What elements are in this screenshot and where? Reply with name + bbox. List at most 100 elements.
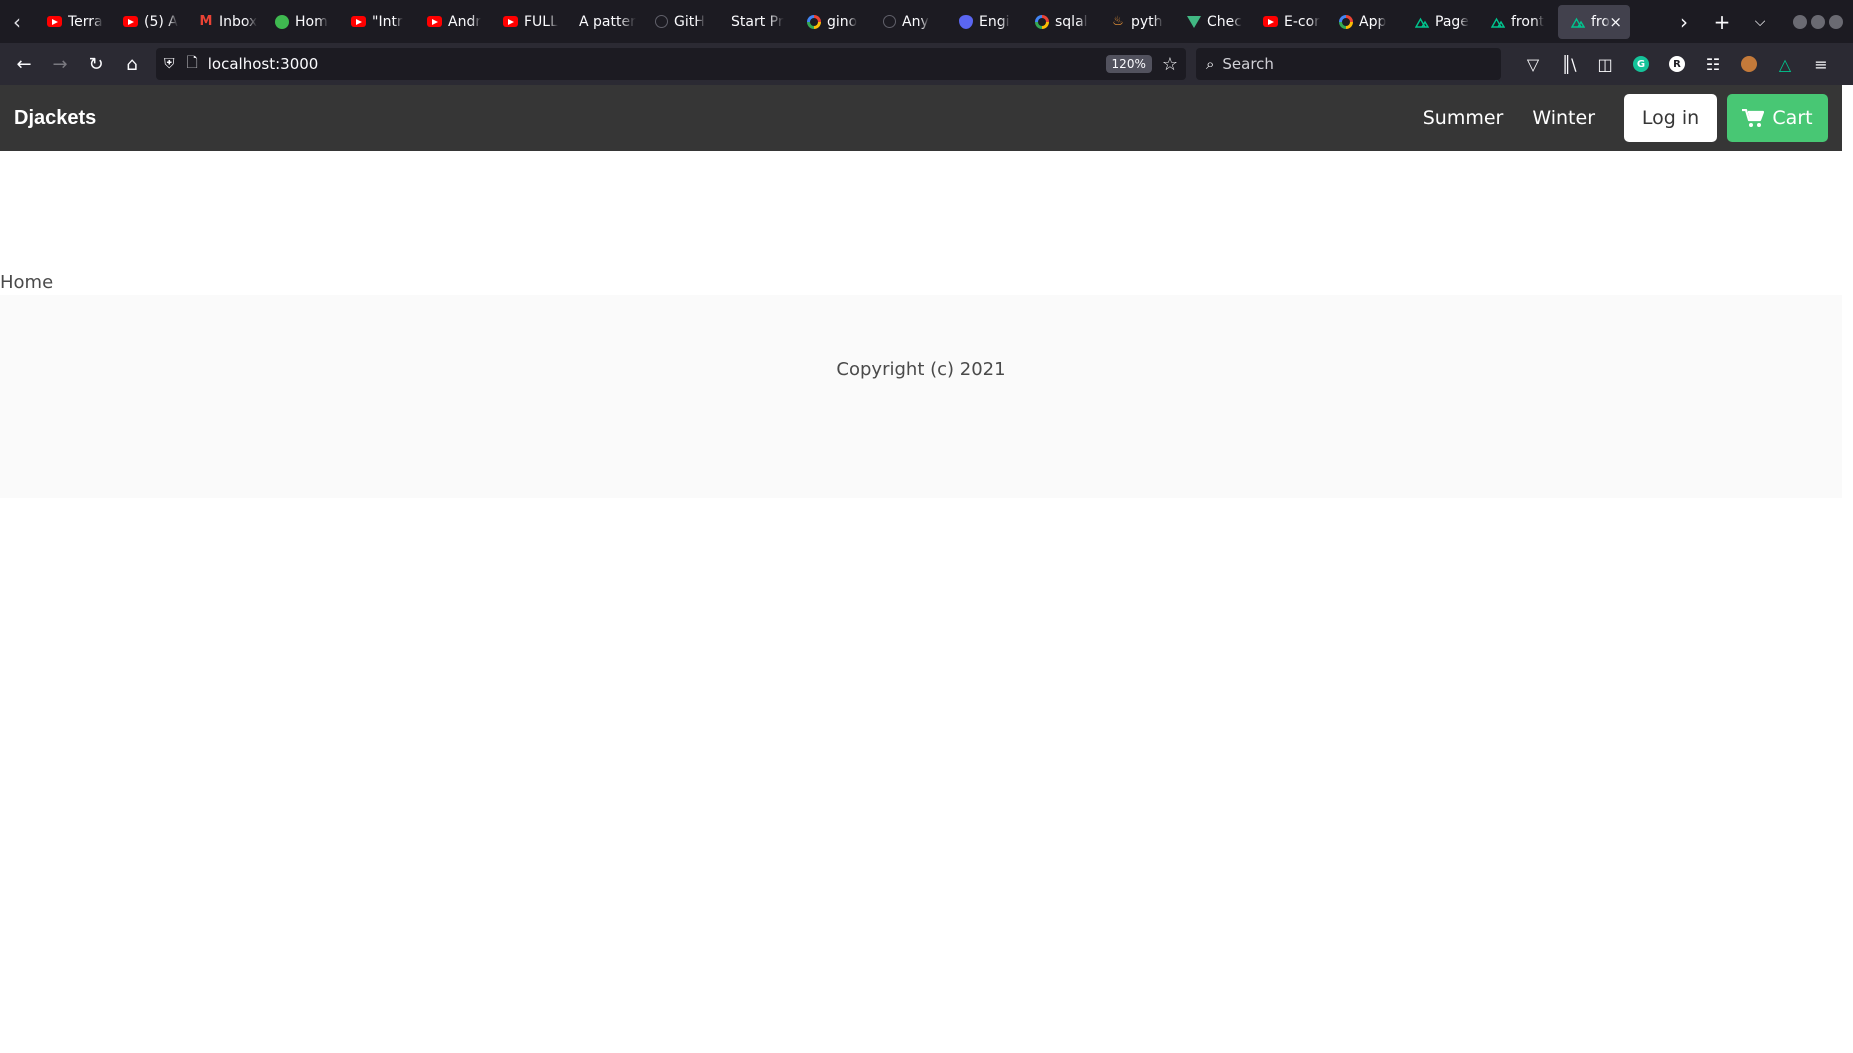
tab-title: front bbox=[1511, 13, 1545, 30]
vue-icon bbox=[1187, 15, 1201, 28]
github-icon bbox=[883, 15, 896, 28]
tabbar-controls: › + ⌵ bbox=[1665, 0, 1853, 43]
r-extension-icon[interactable]: R bbox=[1659, 43, 1695, 85]
browser-tab[interactable]: A patter bbox=[566, 5, 642, 39]
browser-tab[interactable]: Any bbox=[870, 5, 946, 39]
google-icon bbox=[807, 14, 821, 29]
youtube-icon bbox=[503, 16, 518, 27]
browser-tab[interactable]: M Inbox bbox=[186, 5, 262, 39]
bookmark-star-icon[interactable]: ☆ bbox=[1162, 54, 1178, 75]
nuxt-icon bbox=[1571, 16, 1585, 28]
close-window-icon[interactable] bbox=[1829, 14, 1843, 29]
google-icon bbox=[1339, 14, 1353, 29]
tab-title: fro bbox=[1591, 13, 1610, 30]
new-tab-icon[interactable]: + bbox=[1703, 0, 1741, 43]
site-navbar: Djackets Summer Winter Log in Cart bbox=[0, 85, 1842, 151]
browser-tab[interactable]: FULL bbox=[490, 5, 566, 39]
pocket-icon[interactable]: ▽ bbox=[1515, 43, 1551, 85]
toolbar-icons: ▽ ║\ ◫ G R ☷ △ ≡ bbox=[1515, 43, 1839, 85]
menu-icon[interactable]: ≡ bbox=[1803, 43, 1839, 85]
cookie-extension-icon[interactable] bbox=[1731, 43, 1767, 85]
minimize-window-icon[interactable] bbox=[1793, 14, 1807, 29]
browser-tab[interactable]: gino bbox=[794, 5, 870, 39]
green-dot-icon bbox=[275, 14, 289, 29]
copyright-text: Copyright (c) 2021 bbox=[836, 359, 1006, 380]
browser-tab[interactable]: Start Pr bbox=[718, 5, 794, 39]
reload-icon[interactable]: ↻ bbox=[78, 43, 114, 85]
zoom-level-badge[interactable]: 120% bbox=[1105, 55, 1152, 73]
home-icon[interactable]: ⌂ bbox=[114, 43, 150, 85]
tab-scroll-left-icon[interactable]: ‹ bbox=[0, 0, 34, 43]
browser-tab[interactable]: Terra bbox=[34, 5, 110, 39]
youtube-icon bbox=[47, 16, 62, 27]
nuxt-icon bbox=[1415, 16, 1429, 28]
sidebar-icon[interactable]: ◫ bbox=[1587, 43, 1623, 85]
browser-tab[interactable]: App bbox=[1326, 5, 1402, 39]
extension-grid-icon[interactable]: ☷ bbox=[1695, 43, 1731, 85]
brand-logo[interactable]: Djackets bbox=[14, 107, 96, 130]
tab-title: Engi bbox=[979, 13, 1010, 30]
youtube-icon bbox=[351, 16, 366, 27]
nuxt-icon bbox=[1491, 16, 1505, 28]
url-text[interactable]: localhost:3000 bbox=[208, 55, 1106, 73]
tab-title: gino bbox=[827, 13, 858, 30]
nuxt-extension-icon[interactable]: △ bbox=[1767, 43, 1803, 85]
forward-arrow-icon[interactable]: → bbox=[42, 43, 78, 85]
tracking-shield-icon[interactable]: ⛨ bbox=[164, 56, 175, 72]
tab-title: Page bbox=[1435, 13, 1469, 30]
search-bar[interactable]: ⌕ Search bbox=[1196, 48, 1501, 80]
tab-title: A patter bbox=[579, 13, 636, 30]
browser-tab[interactable]: ♨ pyth bbox=[1098, 5, 1174, 39]
browser-tab[interactable]: Page bbox=[1402, 5, 1478, 39]
nav-link-summer[interactable]: Summer bbox=[1423, 107, 1504, 129]
address-bar[interactable]: ⛨ 🗋 localhost:3000 120% ☆ bbox=[156, 48, 1186, 80]
youtube-icon bbox=[1263, 16, 1278, 27]
cart-icon bbox=[1742, 108, 1765, 127]
tab-title: FULL bbox=[524, 13, 558, 30]
cart-button[interactable]: Cart bbox=[1727, 94, 1828, 142]
navbar-end: Summer Winter Log in Cart bbox=[1423, 94, 1842, 142]
back-arrow-icon[interactable]: ← bbox=[6, 43, 42, 85]
tab-title: sqlal bbox=[1055, 13, 1088, 30]
search-placeholder: Search bbox=[1222, 55, 1274, 73]
grammarly-extension-icon[interactable]: G bbox=[1623, 43, 1659, 85]
library-icon[interactable]: ║\ bbox=[1551, 43, 1587, 85]
list-all-tabs-icon[interactable]: ⌵ bbox=[1741, 0, 1779, 43]
browser-tab[interactable]: (5) A bbox=[110, 5, 186, 39]
youtube-icon bbox=[123, 16, 138, 27]
tab-title: Chec bbox=[1207, 13, 1242, 30]
browser-tab[interactable]: Engi bbox=[946, 5, 1022, 39]
login-button[interactable]: Log in bbox=[1624, 94, 1717, 142]
browser-tab-active[interactable]: fro × bbox=[1558, 4, 1630, 39]
tab-title: (5) A bbox=[144, 13, 178, 30]
tab-scroll-right-icon[interactable]: › bbox=[1665, 0, 1703, 43]
browser-tab[interactable]: Andr bbox=[414, 5, 490, 39]
browser-tab[interactable]: Chec bbox=[1174, 5, 1250, 39]
browser-tab[interactable]: GitH bbox=[642, 5, 718, 39]
tab-title: Inbox bbox=[219, 13, 258, 30]
python-icon: ♨ bbox=[1112, 13, 1124, 29]
browser-tab-bar: ‹ Terra (5) A M Inbox Hom "Intr Andr FULL A patt… bbox=[0, 0, 1853, 43]
maximize-window-icon[interactable] bbox=[1811, 14, 1825, 29]
google-icon bbox=[1035, 14, 1049, 29]
browser-tab[interactable]: sqlal bbox=[1022, 5, 1098, 39]
browser-tab[interactable]: "Intr bbox=[338, 5, 414, 39]
close-tab-icon[interactable]: × bbox=[1609, 13, 1622, 31]
youtube-icon bbox=[427, 16, 442, 27]
tab-title: Hom bbox=[295, 13, 328, 30]
browser-tab[interactable]: E-cor bbox=[1250, 5, 1326, 39]
tab-title: Any bbox=[902, 13, 929, 30]
tab-title: Terra bbox=[68, 13, 103, 30]
browser-tab[interactable]: Hom bbox=[262, 5, 338, 39]
tab-title: E-cor bbox=[1284, 13, 1320, 30]
tab-title: App bbox=[1359, 13, 1387, 30]
browser-tab[interactable]: front bbox=[1478, 5, 1554, 39]
page-info-icon[interactable]: 🗋 bbox=[187, 52, 198, 76]
tab-title: "Intr bbox=[372, 13, 403, 30]
tab-title: GitH bbox=[674, 13, 705, 30]
search-icon: ⌕ bbox=[1206, 55, 1215, 73]
site-footer: Copyright (c) 2021 bbox=[0, 295, 1842, 498]
page-viewport: Djackets Summer Winter Log in Cart Home … bbox=[0, 85, 1842, 1053]
tab-strip: Terra (5) A M Inbox Hom "Intr Andr FULL A patter… bbox=[34, 0, 1630, 43]
nav-link-winter[interactable]: Winter bbox=[1532, 107, 1595, 129]
